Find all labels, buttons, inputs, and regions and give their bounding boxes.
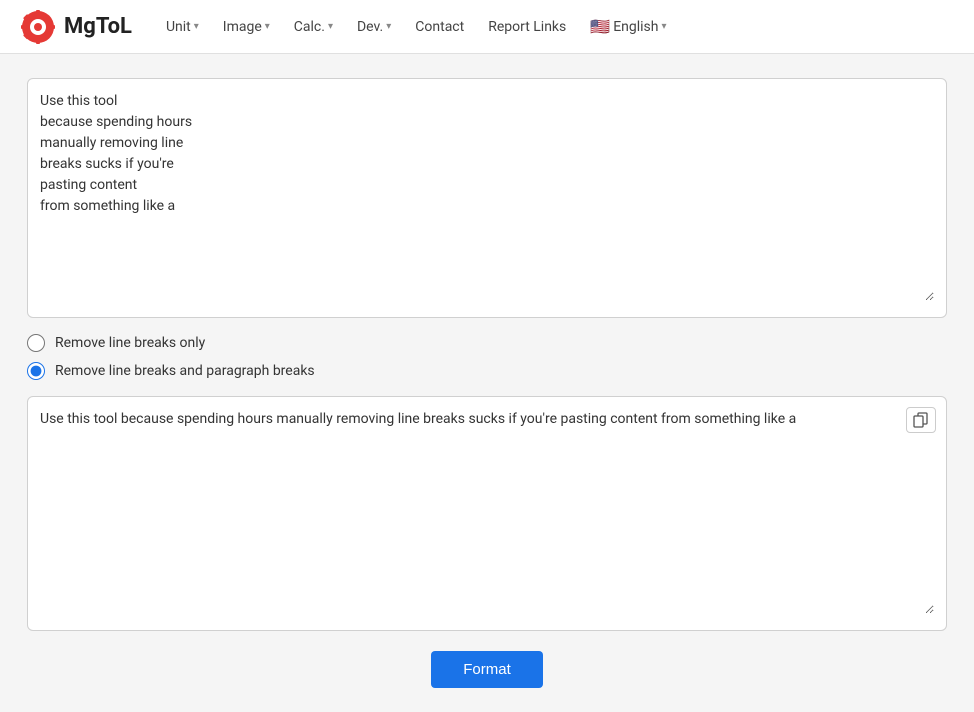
input-card (27, 78, 947, 318)
nav-image[interactable]: Image ▾ (213, 11, 280, 43)
main-content: Remove line breaks only Remove line brea… (7, 54, 967, 712)
nav-calc[interactable]: Calc. ▾ (284, 11, 343, 43)
nav-unit[interactable]: Unit ▾ (156, 11, 209, 43)
nav-contact[interactable]: Contact (405, 11, 474, 43)
output-textarea[interactable] (40, 409, 934, 614)
main-nav: Unit ▾ Image ▾ Calc. ▾ Dev. ▾ Contact Re… (156, 9, 954, 44)
chevron-down-icon: ▾ (386, 21, 391, 32)
input-textarea[interactable] (40, 91, 934, 301)
chevron-down-icon: ▾ (265, 21, 270, 32)
format-button[interactable]: Format (431, 651, 543, 688)
radio-line-breaks-only[interactable] (27, 334, 45, 352)
copy-icon (913, 412, 929, 428)
logo-area[interactable]: MgToL (20, 9, 132, 45)
logo-icon (20, 9, 56, 45)
logo-text: MgToL (64, 14, 132, 39)
output-card (27, 396, 947, 631)
nav-language[interactable]: 🇺🇸 English ▾ (580, 9, 676, 44)
option-line-and-paragraph-breaks-label: Remove line breaks and paragraph breaks (55, 363, 315, 379)
nav-dev[interactable]: Dev. ▾ (347, 11, 401, 43)
flag-icon: 🇺🇸 (590, 17, 610, 36)
chevron-down-icon: ▾ (328, 21, 333, 32)
option-line-breaks-only[interactable]: Remove line breaks only (27, 334, 947, 352)
options-section: Remove line breaks only Remove line brea… (27, 334, 947, 380)
nav-report-links[interactable]: Report Links (478, 11, 576, 43)
chevron-down-icon: ▾ (194, 21, 199, 32)
radio-line-and-paragraph-breaks[interactable] (27, 362, 45, 380)
copy-button[interactable] (906, 407, 936, 433)
format-section: Format (27, 651, 947, 688)
option-line-breaks-only-label: Remove line breaks only (55, 335, 205, 351)
chevron-down-icon: ▾ (661, 21, 666, 32)
main-header: MgToL Unit ▾ Image ▾ Calc. ▾ Dev. ▾ Cont… (0, 0, 974, 54)
option-line-and-paragraph-breaks[interactable]: Remove line breaks and paragraph breaks (27, 362, 947, 380)
